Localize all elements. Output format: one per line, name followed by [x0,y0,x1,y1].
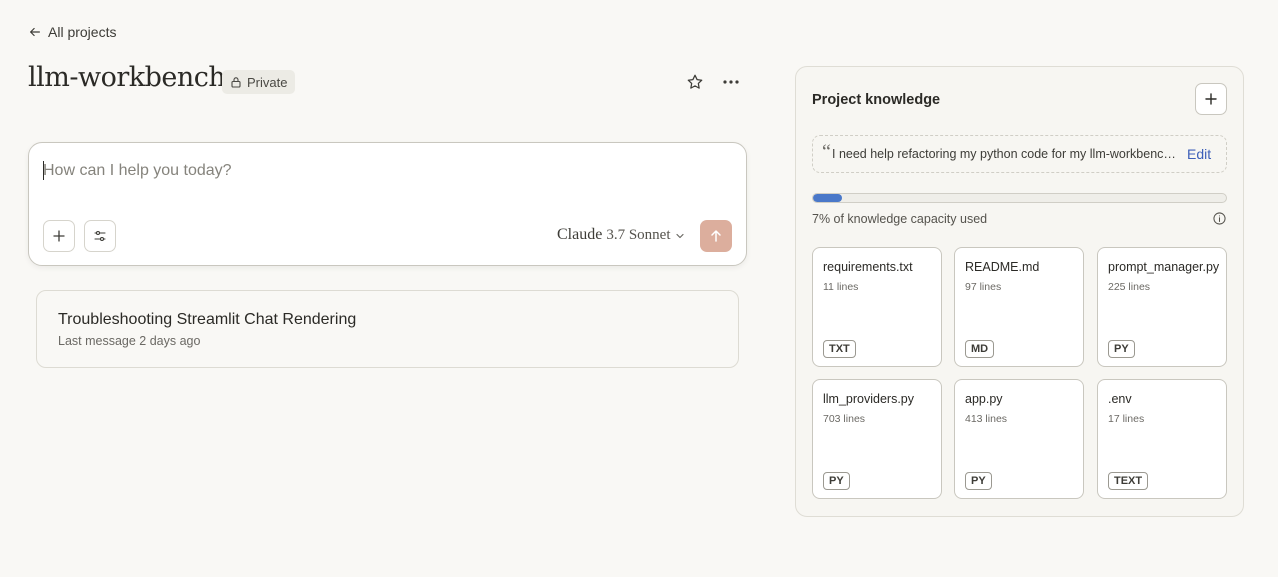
message-input[interactable] [43,159,723,183]
instructions-text: I need help refactoring my python code f… [832,147,1180,161]
star-project-button[interactable] [682,69,708,95]
model-selector[interactable]: Claude 3.7 Sonnet [557,226,685,246]
knowledge-file-card[interactable]: .env 17 lines TEXT [1097,379,1227,499]
visibility-badge: Private [222,70,296,94]
project-instructions[interactable]: “ I need help refactoring my python code… [812,135,1227,173]
back-link-label: All projects [48,24,117,40]
file-name: requirements.txt 11 lines [823,258,935,294]
arrow-left-icon [30,27,40,37]
chat-title: Troubleshooting Streamlit Chat Rendering [58,311,357,328]
file-name: README.md 97 lines [965,258,1077,294]
file-name: .env 17 lines [1108,390,1220,426]
project-knowledge-panel: Project knowledge “ I need help refactor… [795,66,1244,517]
send-button[interactable] [700,220,732,252]
add-content-button[interactable] [43,220,75,252]
model-name: Claude [557,226,603,243]
project-title: llm-workbench [28,62,226,93]
knowledge-file-card[interactable]: requirements.txt 11 lines TXT [812,247,942,367]
chat-last-message-time: Last message 2 days ago [58,334,201,348]
file-line-count: 703 lines [823,413,866,425]
plus-icon [1205,93,1217,105]
visibility-label: Private [247,74,288,90]
capacity-progress-fill [813,194,842,202]
edit-instructions-link[interactable]: Edit [1187,146,1211,162]
text-caret [43,161,44,180]
file-name: prompt_manager.py 225 lines [1108,260,1220,293]
file-name: app.py 413 lines [965,390,1077,426]
file-line-count: 225 lines [1108,281,1151,293]
knowledge-file-card[interactable]: README.md 97 lines MD [954,247,1084,367]
chevron-down-icon [675,233,684,239]
quote-icon: “ [822,141,831,163]
add-knowledge-button[interactable] [1195,83,1227,115]
file-line-count: 11 lines [823,281,859,293]
arrow-up-icon [711,230,721,242]
capacity-progress-bar [812,193,1227,203]
sliders-icon [94,230,106,242]
file-name: llm_providers.py 703 lines [823,390,935,426]
chat-list-item[interactable]: Troubleshooting Streamlit Chat Rendering… [36,290,739,368]
file-type-badge: TXT [823,340,856,358]
knowledge-file-card[interactable]: llm_providers.py 703 lines PY [812,379,942,499]
more-options-button[interactable] [718,69,744,95]
model-version: 3.7 Sonnet [606,227,671,243]
knowledge-title: Project knowledge [812,92,941,108]
lock-icon [231,77,241,88]
knowledge-file-card[interactable]: app.py 413 lines PY [954,379,1084,499]
knowledge-file-card[interactable]: prompt_manager.py 225 lines PY [1097,247,1227,367]
star-icon [687,74,703,89]
chat-composer: Claude 3.7 Sonnet [28,142,747,266]
info-icon[interactable] [1213,212,1226,225]
tools-settings-button[interactable] [84,220,116,252]
file-type-badge: PY [823,472,850,490]
file-line-count: 97 lines [965,281,1002,293]
file-line-count: 413 lines [965,413,1008,425]
capacity-label: 7% of knowledge capacity used [812,212,988,226]
file-type-badge: PY [965,472,992,490]
ellipsis-icon [723,80,739,84]
file-type-badge: TEXT [1108,472,1149,490]
file-type-badge: PY [1108,340,1135,358]
file-line-count: 17 lines [1108,413,1145,425]
back-to-all-projects-link[interactable]: All projects [28,22,116,42]
file-type-badge: MD [965,340,995,358]
plus-icon [53,230,65,242]
